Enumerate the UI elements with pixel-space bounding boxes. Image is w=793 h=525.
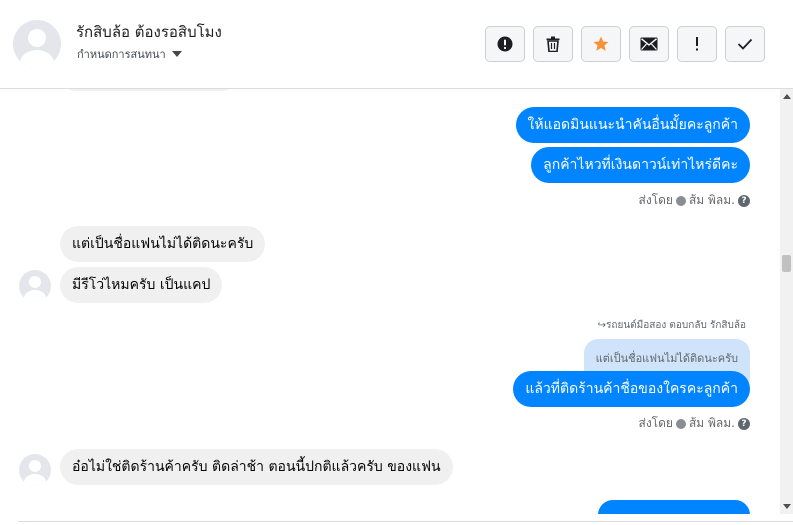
scroll-down-icon[interactable] [783,504,791,509]
message-bubble-partial [60,89,238,91]
envelope-icon [640,37,658,51]
sent-by-info: ส่งโดย ส้ม พิลม. ? [638,414,750,433]
conversation-label-text: กำหนดการสนทนา [77,48,166,61]
alert-circle-icon [497,36,513,52]
help-icon[interactable]: ? [738,417,750,430]
conversation-header: รักสิบล้อ ต้องรอสิบโมง กำหนดการสนทนา [0,0,793,89]
message-thread[interactable]: ให้แอดมินแนะนำคันอื่นมั้ยคะลูกค้า ลูกค้า… [0,89,780,514]
reply-arrow-icon: ↪ [597,320,607,331]
message-bubble-partial [598,500,750,514]
trash-icon [546,36,560,52]
follow-up-button[interactable] [677,26,717,62]
contact-name[interactable]: รักสิบล้อ ต้องรอสิบโมง [76,20,222,44]
reply-context-text: รถยนต์มือสอง ตอบกลับ รักสิบล้อ [606,320,746,331]
thread-scrollbar[interactable] [780,89,793,514]
sender-avatar[interactable] [19,454,51,486]
message-bubble-outgoing[interactable]: แล้วที่ติดร้านค้าชื่อของใครคะลูกค้า [513,371,750,407]
sender-name: ส้ม พิลม. [688,416,735,430]
message-bubble-incoming[interactable]: มีรีโว่ไหมครับ เป็นแคป [60,267,223,303]
composer-edge [18,521,793,525]
check-icon [737,38,753,50]
help-icon[interactable]: ? [738,194,750,207]
delete-button[interactable] [533,26,573,62]
sender-name: ส้ม พิลม. [688,193,735,207]
caret-down-icon [171,51,182,57]
scroll-up-icon[interactable] [783,94,791,99]
mark-unread-button[interactable] [629,26,669,62]
star-icon [593,36,609,51]
message-bubble-incoming[interactable]: อ๋อไม่ใช่ติดร้านค้าครับ ติดล่าช้า ตอนนี้… [60,449,453,485]
message-bubble-outgoing[interactable]: ให้แอดมินแนะนำคันอื่นมั้ยคะลูกค้า [515,107,750,143]
sent-by-label: ส่งโดย [638,193,673,207]
contact-avatar[interactable] [13,20,61,68]
star-button[interactable] [581,26,621,62]
message-bubble-incoming[interactable]: แต่เป็นชื่อแฟนไม่ได้ติดนะครับ [60,226,266,262]
verified-icon [675,418,686,429]
sent-by-label: ส่งโดย [638,416,673,430]
exclamation-icon [696,37,698,51]
conversation-label-dropdown[interactable]: กำหนดการสนทนา [77,45,182,63]
mark-done-button[interactable] [725,26,765,62]
verified-icon [675,195,686,206]
reply-context-note: ↪รถยนต์มือสอง ตอบกลับ รักสิบล้อ [598,318,746,333]
sent-by-info: ส่งโดย ส้ม พิลม. ? [638,191,750,210]
mark-spam-button[interactable] [485,26,525,62]
message-bubble-outgoing[interactable]: ลูกค้าไหวที่เงินดาวน์เท่าไหร่ดีคะ [531,147,750,183]
scroll-thumb[interactable] [782,255,791,272]
sender-avatar[interactable] [19,270,51,302]
